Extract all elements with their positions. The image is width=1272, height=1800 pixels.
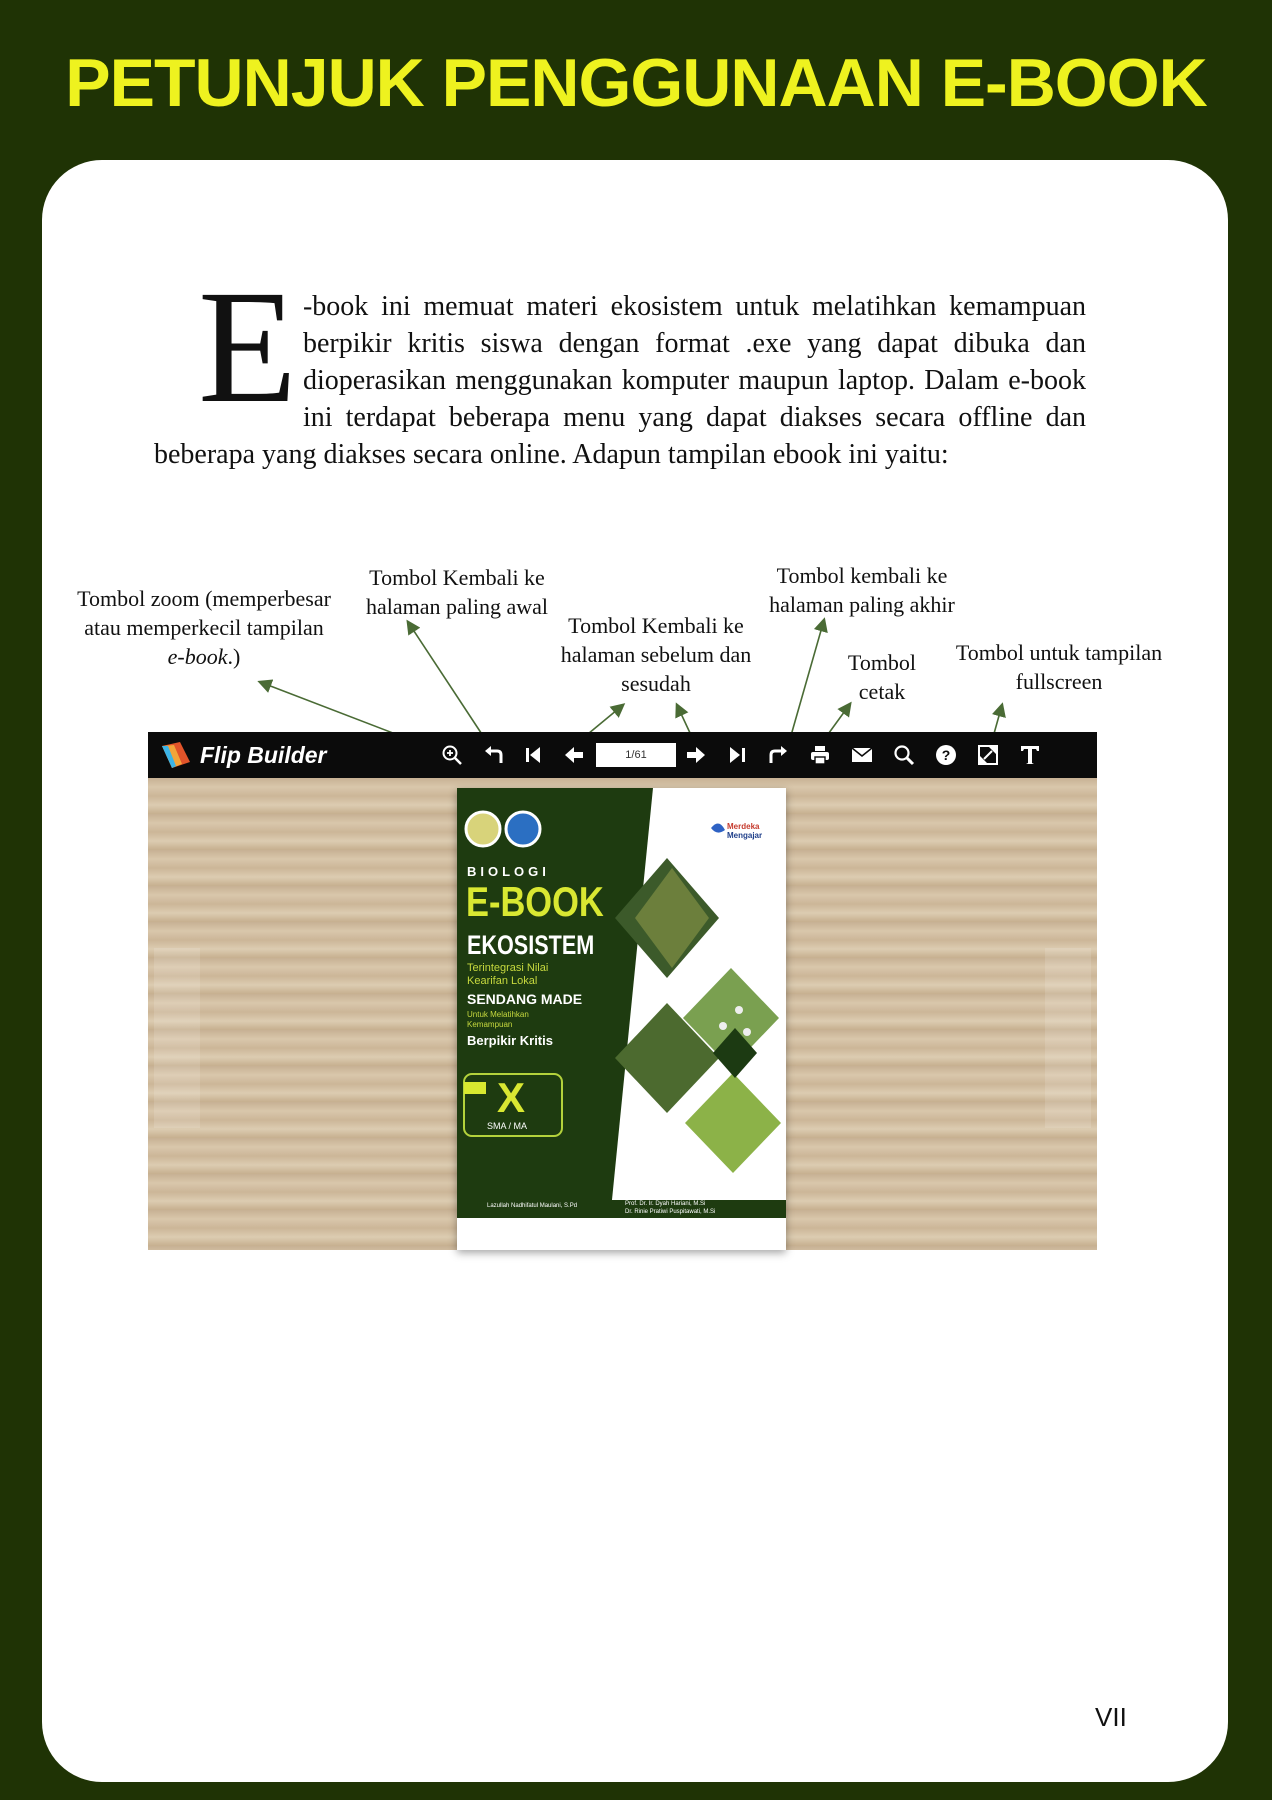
cover-sub3: Untuk Melatihkan [467, 1010, 529, 1019]
print-icon[interactable] [808, 743, 832, 767]
page-title: PETUNJUK PENGGUNAAN E-BOOK [65, 45, 1207, 121]
cover-brand2: Mengajar [727, 831, 763, 840]
cover-grade: X [497, 1074, 526, 1121]
cover-sub2: Kearifan Lokal [467, 975, 538, 987]
cover-title: E-BOOK [466, 878, 604, 925]
page-indicator[interactable]: 1/61 [596, 743, 676, 767]
zoom-in-icon[interactable] [440, 743, 464, 767]
callout-first-page-line2: halaman paling awal [365, 594, 549, 619]
cover-brand1: Merdeka [727, 822, 760, 831]
last-page-icon[interactable] [726, 743, 750, 767]
flip-builder-logo-icon [162, 742, 190, 768]
callout-fullscreen-line1: Tombol untuk tampilan [955, 640, 1163, 665]
callout-prev-next-line1: Tombol Kembali ke [568, 613, 744, 638]
callout-prev-next-line2: halaman sebelum dan [560, 642, 752, 667]
callout-zoom-italic: e-book [167, 644, 228, 669]
cover-sub4: Kemampuan [467, 1020, 513, 1029]
first-page-icon[interactable] [522, 743, 546, 767]
viewer-stage: BIOLOGI E-BOOK EKOSISTEM Terintegrasi Ni… [148, 778, 1097, 1250]
callout-zoom: Tombol zoom (memperbesar atau memperkeci… [64, 584, 344, 671]
callout-print: Tombol cetak [832, 648, 932, 706]
cover-sub1: Terintegrasi Nilai [467, 962, 549, 974]
page-number: VII [1095, 1702, 1127, 1732]
callout-zoom-rest: .) [227, 644, 241, 669]
callout-fullscreen-line2: fullscreen [1015, 669, 1103, 694]
callout-last-page-line2: halaman paling akhir [769, 592, 955, 617]
back-icon[interactable] [482, 743, 506, 767]
stage-next-arrow[interactable] [1045, 948, 1091, 1128]
brand: Flip Builder [160, 740, 327, 770]
callout-prev-next-line3: sesudah [621, 671, 691, 696]
callout-zoom-line2: atau memperkecil tampilan [84, 615, 324, 640]
callout-print-line1: Tombol [847, 650, 917, 675]
next-page-icon[interactable] [684, 743, 708, 767]
fullscreen-icon[interactable] [976, 743, 1000, 767]
cover-local: SENDANG MADE [467, 991, 583, 1007]
callout-last-page: Tombol kembali ke halaman paling akhir [752, 561, 972, 619]
viewer-toolbar: Flip Builder 1/61 ? [148, 732, 1097, 778]
callout-prev-next: Tombol Kembali ke halaman sebelum dan se… [548, 611, 764, 698]
cover-art [457, 788, 786, 1250]
cover-level: SMA / MA [487, 1121, 528, 1131]
text-icon[interactable] [1018, 743, 1042, 767]
help-icon[interactable]: ? [934, 743, 958, 767]
drop-cap: E [198, 258, 297, 437]
svg-text:?: ? [942, 747, 951, 763]
intro-paragraph: E -book ini memuat materi ekosistem untuk… [154, 258, 1086, 473]
cover-skill: Berpikir Kritis [467, 1033, 553, 1048]
cover-supervisor2: Dr. Rinie Pratiwi Puspitawati, M.Si [625, 1209, 716, 1215]
cover-supervisor1: Prof. Dr. Ir. Dyah Hariani, M.Si [625, 1201, 706, 1207]
callout-print-line2: cetak [858, 679, 906, 704]
callout-first-page: Tombol Kembali ke halaman paling awal [352, 563, 562, 621]
callout-last-page-line1: Tombol kembali ke [776, 563, 948, 588]
cover-topic: EKOSISTEM [467, 930, 595, 960]
callout-zoom-line3: e-book.) [64, 642, 344, 671]
brand-name: Flip Builder [200, 741, 327, 768]
prev-page-icon[interactable] [562, 743, 586, 767]
callout-first-page-line1: Tombol Kembali ke [369, 565, 545, 590]
cover-author: Lazullah Nadhifatul Maulani, S.Pd [487, 1203, 578, 1209]
callout-zoom-line1: Tombol zoom (memperbesar [77, 586, 331, 611]
callout-fullscreen: Tombol untuk tampilan fullscreen [942, 638, 1176, 696]
cover-subject: BIOLOGI [467, 864, 550, 879]
email-icon[interactable] [850, 743, 874, 767]
ebook-cover: BIOLOGI E-BOOK EKOSISTEM Terintegrasi Ni… [457, 788, 786, 1250]
flipbook-viewer: Flip Builder 1/61 ? BIOLOGI E-BOOK EKOSI… [148, 732, 1097, 1250]
forward-icon[interactable] [766, 743, 790, 767]
stage-prev-arrow[interactable] [154, 948, 200, 1128]
search-icon[interactable] [892, 743, 916, 767]
